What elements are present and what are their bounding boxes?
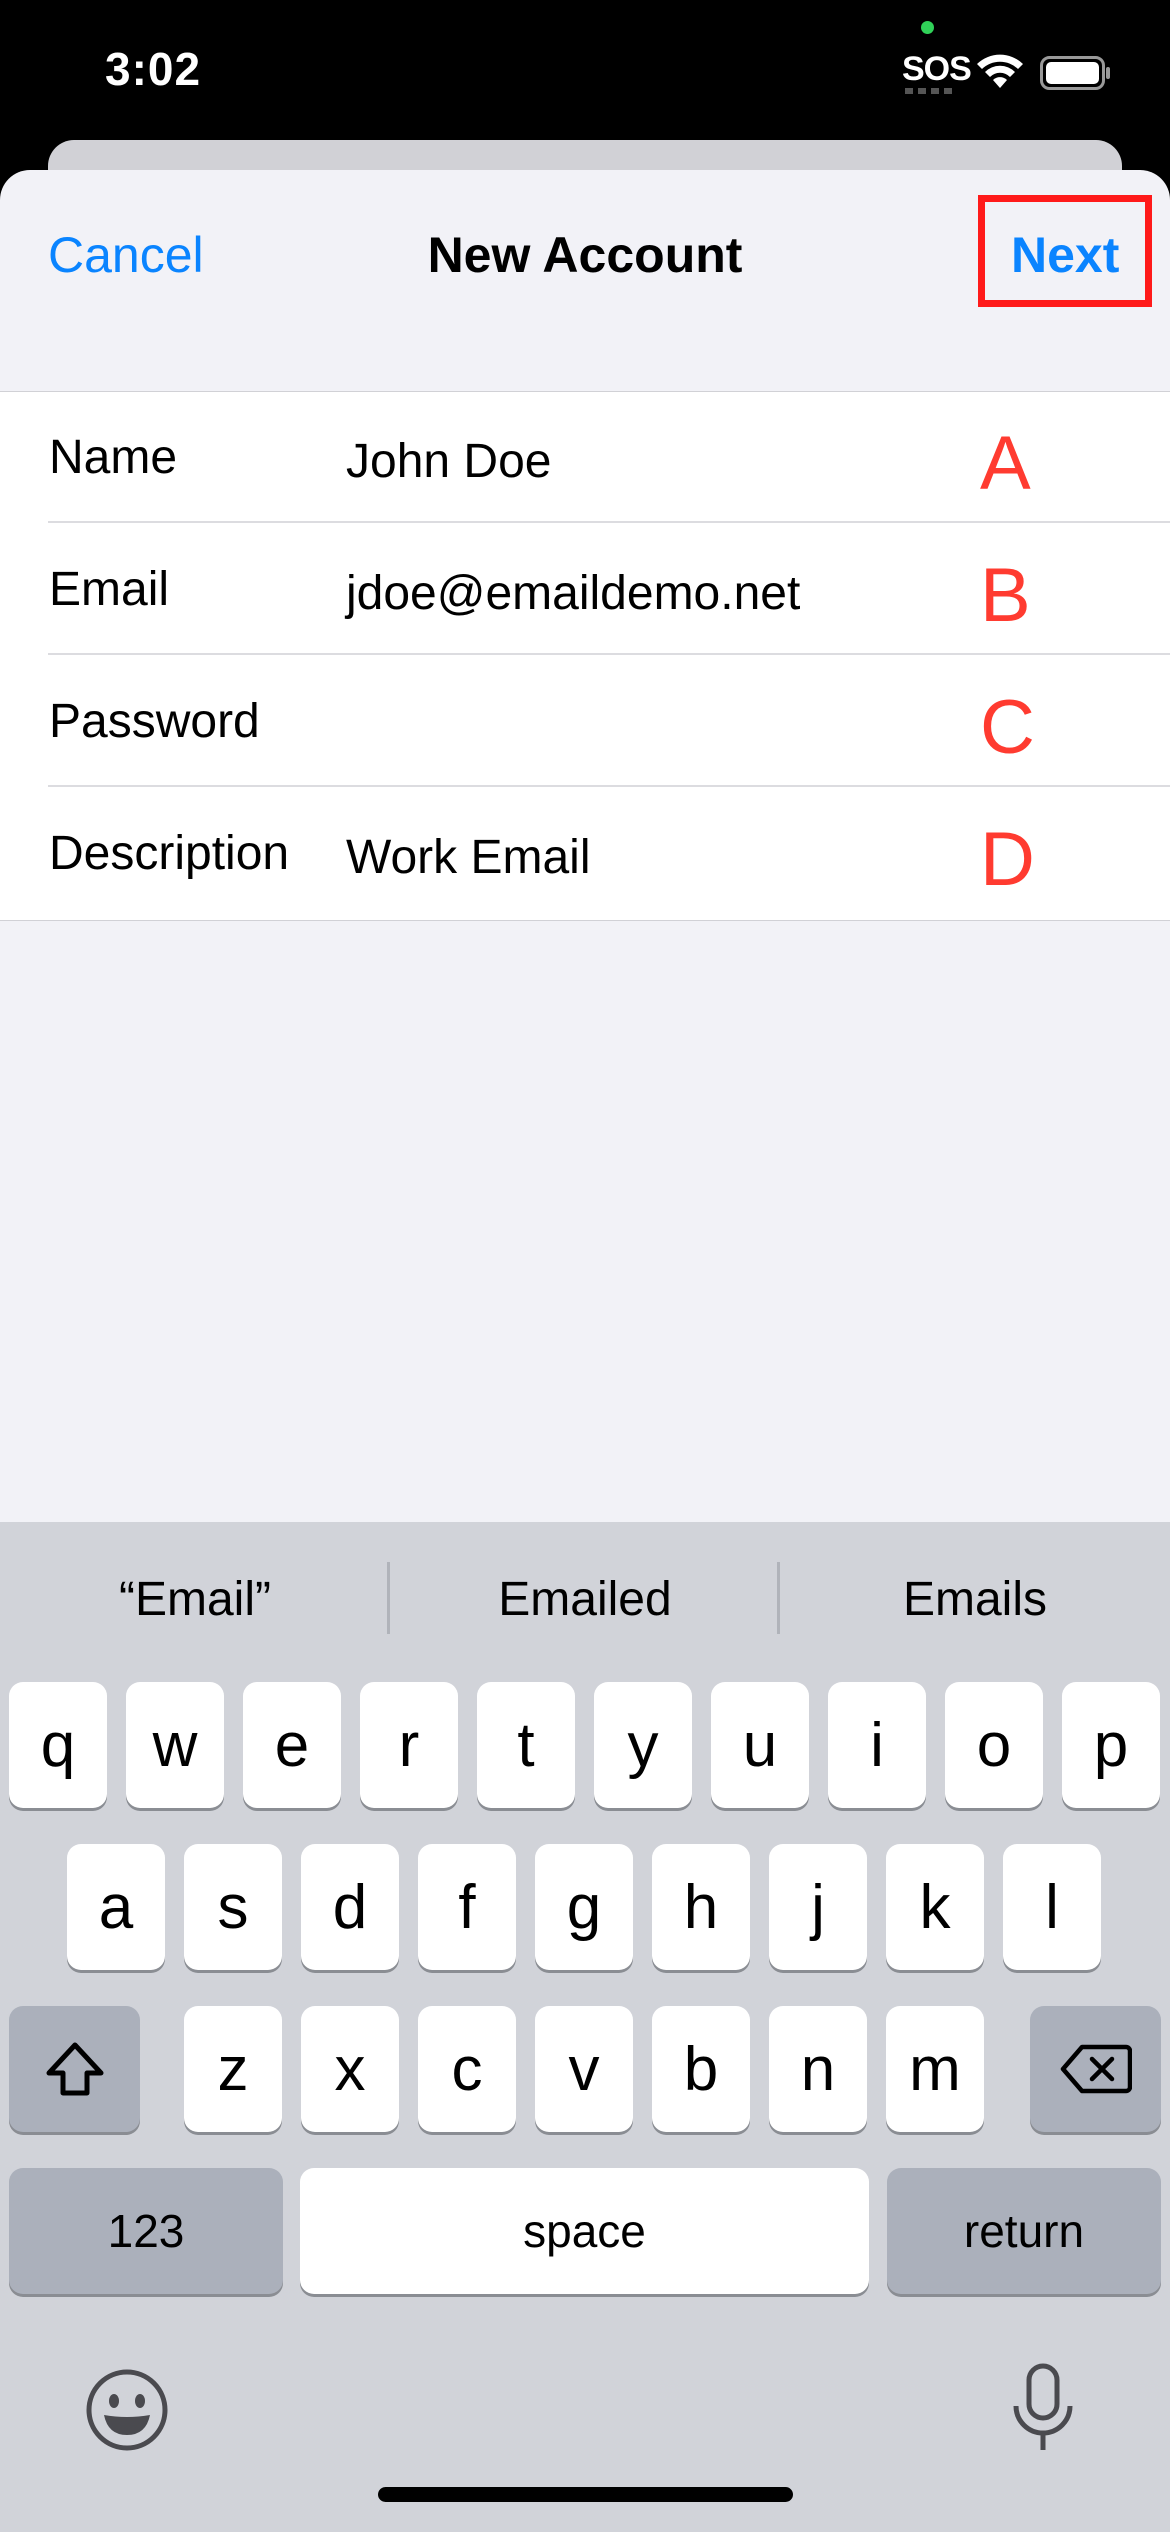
key-t[interactable]: t: [477, 1682, 575, 1808]
suggestion-1[interactable]: “Email”: [0, 1572, 390, 1627]
emoji-icon[interactable]: [84, 2367, 170, 2453]
key-b[interactable]: b: [652, 2006, 750, 2132]
account-form: Name John Doe A Email jdoe@emaildemo.net…: [0, 391, 1170, 921]
key-m[interactable]: m: [886, 2006, 984, 2132]
microphone-icon[interactable]: [1008, 2362, 1078, 2456]
password-label: Password: [49, 695, 260, 748]
key-g[interactable]: g: [535, 1844, 633, 1970]
key-e[interactable]: e: [243, 1682, 341, 1808]
password-row[interactable]: Password C: [0, 656, 1170, 787]
status-bar: 3:02 SOS: [0, 0, 1170, 150]
key-d[interactable]: d: [301, 1844, 399, 1970]
description-field[interactable]: Work Email: [346, 830, 590, 885]
key-q[interactable]: q: [9, 1682, 107, 1808]
row-tag-a: A: [980, 421, 1031, 506]
suggestion-3[interactable]: Emails: [780, 1572, 1170, 1627]
key-n[interactable]: n: [769, 2006, 867, 2132]
name-row[interactable]: Name John Doe A: [0, 392, 1170, 523]
email-field[interactable]: jdoe@emaildemo.net: [346, 566, 800, 621]
key-y[interactable]: y: [594, 1682, 692, 1808]
key-z[interactable]: z: [184, 2006, 282, 2132]
keyboard: “Email” Emailed Emails q w e r t y u i o…: [0, 1522, 1170, 2532]
key-f[interactable]: f: [418, 1844, 516, 1970]
shift-icon: [46, 2042, 103, 2096]
battery-icon: [1040, 56, 1110, 90]
key-s[interactable]: s: [184, 1844, 282, 1970]
numbers-key[interactable]: 123: [9, 2168, 283, 2294]
camera-indicator-dot: [921, 21, 934, 34]
row-tag-d: D: [980, 817, 1035, 902]
key-o[interactable]: o: [945, 1682, 1043, 1808]
key-x[interactable]: x: [301, 2006, 399, 2132]
key-r[interactable]: r: [360, 1682, 458, 1808]
row-divider: [48, 785, 1170, 787]
name-field[interactable]: John Doe: [346, 434, 551, 489]
status-time: 3:02: [105, 43, 202, 95]
delete-icon: [1060, 2044, 1132, 2094]
shift-key[interactable]: [9, 2006, 140, 2132]
key-h[interactable]: h: [652, 1844, 750, 1970]
suggestion-2[interactable]: Emailed: [390, 1572, 780, 1627]
email-label: Email: [49, 563, 170, 616]
key-p[interactable]: p: [1062, 1682, 1160, 1808]
delete-key[interactable]: [1030, 2006, 1161, 2132]
key-j[interactable]: j: [769, 1844, 867, 1970]
sos-label: SOS: [902, 50, 972, 88]
row-divider: [48, 653, 1170, 655]
key-v[interactable]: v: [535, 2006, 633, 2132]
key-w[interactable]: w: [126, 1682, 224, 1808]
signal-dots-icon: [905, 88, 952, 94]
description-label: Description: [49, 827, 290, 880]
key-i[interactable]: i: [828, 1682, 926, 1808]
return-key[interactable]: return: [887, 2168, 1161, 2294]
row-tag-c: C: [980, 685, 1035, 770]
key-k[interactable]: k: [886, 1844, 984, 1970]
space-key[interactable]: space: [300, 2168, 869, 2294]
key-l[interactable]: l: [1003, 1844, 1101, 1970]
wifi-icon: [977, 54, 1023, 88]
row-divider: [48, 521, 1170, 523]
name-label: Name: [49, 431, 178, 484]
email-row[interactable]: Email jdoe@emaildemo.net B: [0, 524, 1170, 655]
next-highlight-box: [978, 195, 1152, 307]
key-c[interactable]: c: [418, 2006, 516, 2132]
key-a[interactable]: a: [67, 1844, 165, 1970]
description-row[interactable]: Description Work Email D: [0, 788, 1170, 919]
row-tag-b: B: [980, 553, 1031, 638]
new-account-sheet: Cancel New Account Next Name John Doe A …: [0, 170, 1170, 1522]
home-indicator[interactable]: [378, 2487, 793, 2502]
key-u[interactable]: u: [711, 1682, 809, 1808]
